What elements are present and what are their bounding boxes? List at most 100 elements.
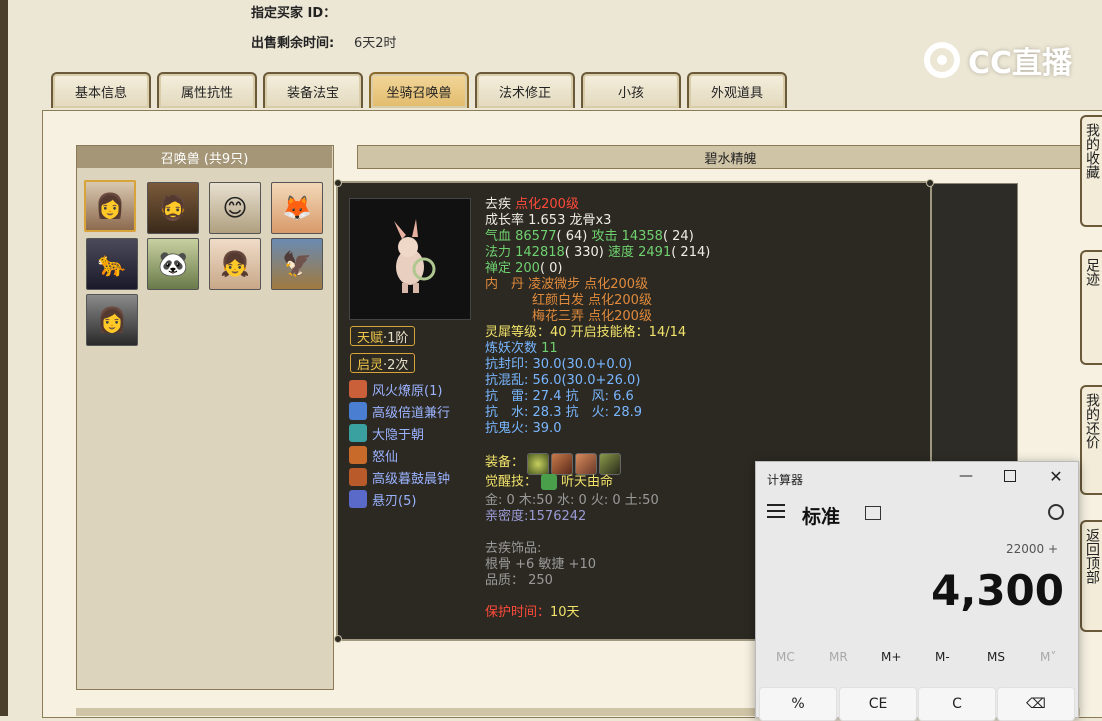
mc-button[interactable]: MC <box>776 650 795 664</box>
inner-core-line: 红颜白发 点化200级 <box>532 293 652 308</box>
resist-ghostfire-line: 抗鬼火: 39.0 <box>485 421 561 437</box>
spirit-level-line: 灵犀等级：40 开启技能格：14/14 <box>485 325 687 340</box>
skill-label: 怒仙 <box>372 449 399 465</box>
m-plus-button[interactable]: M+ <box>881 650 901 664</box>
pet-thumb[interactable]: 👩 <box>84 180 136 232</box>
menu-icon[interactable] <box>767 504 785 518</box>
close-icon[interactable]: ✕ <box>1046 466 1066 486</box>
intimacy-line: 亲密度:1576242 <box>485 509 587 524</box>
fire-skill-icon <box>349 380 367 398</box>
zen-value: 禅定 200 <box>485 261 540 276</box>
equip-claw-icon[interactable] <box>551 453 573 475</box>
right-tab-back-to-top[interactable]: 返回顶部 <box>1080 520 1102 632</box>
memory-list-button[interactable]: M˅ <box>1040 650 1056 664</box>
tab-children[interactable]: 小孩 <box>581 72 681 108</box>
popup-corner <box>926 179 934 187</box>
badge-rank: ·2次 <box>383 357 409 373</box>
blade-skill-icon <box>349 490 367 508</box>
watermark-text: CC直播 <box>968 46 1073 81</box>
calc-title: 计算器 <box>767 473 804 487</box>
awaken-skill-line: 觉醒技： 听天由命 <box>485 474 613 491</box>
awaken-skill-name: 听天由命 <box>561 474 614 490</box>
speed-value: 速度 2491 <box>608 245 672 260</box>
right-tab-footprints[interactable]: 足迹 <box>1080 250 1102 365</box>
inner-core-line: 内 丹 凌波微步 点化200级 <box>485 277 649 292</box>
tab-equipment[interactable]: 装备法宝 <box>263 72 363 108</box>
maximize-icon[interactable] <box>1000 466 1020 486</box>
tab-attributes[interactable]: 属性抗性 <box>157 72 257 108</box>
pet-sprite-icon <box>394 219 436 293</box>
cc-logo-icon <box>924 42 960 78</box>
calc-display: 4,300 <box>931 566 1064 615</box>
pet-type-line: 去疾 点化200级 <box>485 197 579 213</box>
resist-value: 30.0(30.0+0.0) <box>532 357 633 372</box>
ms-button[interactable]: MS <box>987 650 1005 664</box>
equip-claw-icon[interactable] <box>575 453 597 475</box>
right-tab-favorites[interactable]: 我的收藏 <box>1080 115 1102 227</box>
pet-thumb[interactable]: 🐼 <box>147 238 199 290</box>
accessory-stats: 根骨 +6 敏捷 +10 <box>485 557 596 572</box>
resist-label: 抗 火: <box>565 405 614 420</box>
warrior-icon: 🧔 <box>158 194 188 222</box>
pet-thumb[interactable]: 👩 <box>86 294 138 346</box>
mp-points: ( 330) <box>564 245 608 260</box>
eagle-icon: 🦅 <box>282 250 312 278</box>
m-minus-button[interactable]: M- <box>935 650 950 664</box>
minimize-icon[interactable]: — <box>956 466 976 486</box>
hp-points: ( 64) <box>556 229 592 244</box>
rage-skill-icon <box>349 446 367 464</box>
dumpling-icon: 😊 <box>222 194 248 222</box>
zen-line: 禅定 200( 0) <box>485 261 563 277</box>
skill-label: 悬刃(5) <box>372 493 417 509</box>
time-remaining-label: 出售剩余时间: <box>251 36 335 51</box>
buyer-id-label: 指定买家 ID： <box>251 6 337 21</box>
tab-mounts-pets[interactable]: 坐骑召唤兽 <box>369 72 469 108</box>
pet-thumb[interactable]: 🦊 <box>271 182 323 234</box>
protection-time-line: 保护时间：10天 <box>485 605 580 621</box>
tab-spell-mods[interactable]: 法术修正 <box>475 72 575 108</box>
accessory-quality: 品质： 250 <box>485 573 553 588</box>
pet-thumb[interactable]: 🦅 <box>271 238 323 290</box>
pet-thumb[interactable]: 🐆 <box>86 238 138 290</box>
inner-core-line: 梅花三弄 点化200级 <box>532 309 652 324</box>
element-line: 金: 0 木:50 水: 0 火: 0 土:50 <box>485 493 659 508</box>
skill-item: 风火燎原(1) <box>349 379 442 399</box>
calc-expression: 22000 + <box>1005 542 1058 556</box>
skill-label: 大隐于朝 <box>372 427 425 443</box>
portrait-icon: 👩 <box>95 192 125 220</box>
attack-points: ( 24) <box>662 229 694 244</box>
badge-name: 天赋 <box>357 330 384 346</box>
zen-points: ( 0) <box>539 261 563 276</box>
skill-item: 高级暮鼓晨钟 <box>349 467 450 487</box>
tab-appearance[interactable]: 外观道具 <box>687 72 787 108</box>
resist-value: 56.0(30.0+26.0) <box>532 373 641 388</box>
history-icon[interactable] <box>1048 504 1064 520</box>
equip-armor-icon[interactable] <box>599 453 621 475</box>
time-remaining-value: 6天2时 <box>354 36 397 51</box>
pet-thumb[interactable]: 👧 <box>209 238 261 290</box>
pet-thumb[interactable]: 😊 <box>209 182 261 234</box>
pet-thumb[interactable]: 🧔 <box>147 182 199 234</box>
mr-button[interactable]: MR <box>829 650 848 664</box>
skill-item: 大隐于朝 <box>349 423 424 443</box>
resist-value: 28.3 <box>532 405 566 420</box>
calc-mode: 标准 <box>802 506 841 528</box>
protection-value: 10天 <box>550 605 580 620</box>
skill-label: 高级倍道兼行 <box>372 405 451 421</box>
right-tab-bargain[interactable]: 我的还价 <box>1080 385 1102 495</box>
keep-on-top-icon[interactable] <box>865 506 881 520</box>
hide-skill-icon <box>349 424 367 442</box>
resist-label: 抗封印: <box>485 357 533 372</box>
panda-icon: 🐼 <box>158 250 188 278</box>
pet-level: 点化200级 <box>515 197 579 212</box>
tab-label: 基本信息 <box>74 85 127 101</box>
refine-label: 炼妖次数 <box>485 341 538 356</box>
popup-corner <box>334 635 342 643</box>
pet-type: 去疾 <box>485 197 516 212</box>
equipment-label: 装备： <box>485 455 525 470</box>
child-icon: 👧 <box>220 250 250 278</box>
equip-ring-icon[interactable] <box>527 453 549 475</box>
refine-count-line: 炼妖次数 11 <box>485 341 558 357</box>
skill-item: 高级倍道兼行 <box>349 401 450 421</box>
tab-basic-info[interactable]: 基本信息 <box>51 72 151 108</box>
